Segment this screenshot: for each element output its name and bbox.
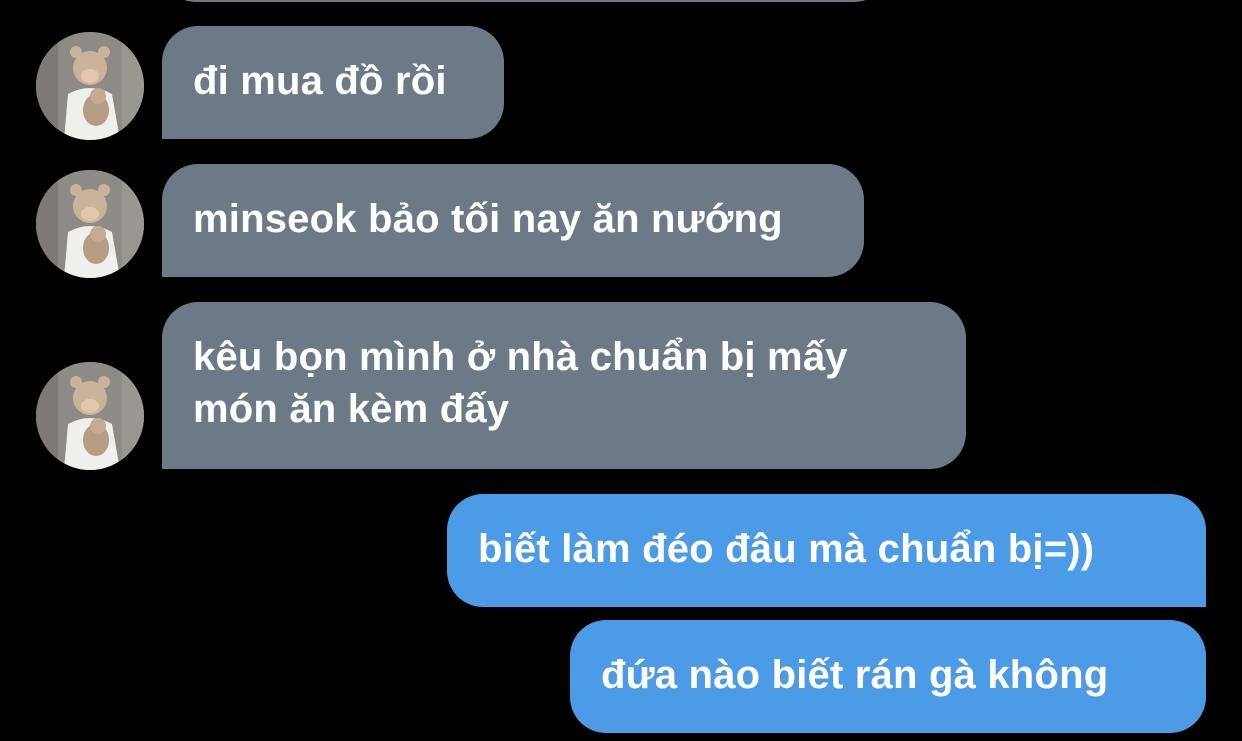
avatar-photo-icon bbox=[36, 362, 144, 470]
message-bubble-sent[interactable]: đứa nào biết rán gà không bbox=[570, 620, 1206, 733]
avatar-photo-icon bbox=[36, 170, 144, 278]
contact-avatar[interactable] bbox=[36, 32, 144, 140]
message-bubble-received[interactable]: kêu bọn mình ở nhà chuẩn bị mấy món ăn k… bbox=[162, 302, 966, 469]
message-text: minseok bảo tối nay ăn nướng bbox=[193, 197, 783, 241]
message-text: đứa nào biết rán gà không bbox=[601, 653, 1109, 697]
contact-avatar[interactable] bbox=[36, 362, 144, 470]
message-text-line: món ăn kèm đấy bbox=[193, 387, 510, 431]
message-bubble-received[interactable]: đi mua đồ rồi bbox=[162, 26, 504, 139]
contact-avatar[interactable] bbox=[36, 170, 144, 278]
message-text: đi mua đồ rồi bbox=[193, 59, 447, 103]
message-bubble-received-cutoff[interactable] bbox=[160, 0, 890, 2]
message-text-line: kêu bọn mình ở nhà chuẩn bị mấy bbox=[193, 335, 848, 379]
message-bubble-sent[interactable]: biết làm đéo đâu mà chuẩn bị=)) bbox=[447, 494, 1206, 607]
message-bubble-received[interactable]: minseok bảo tối nay ăn nướng bbox=[162, 164, 864, 277]
message-text: biết làm đéo đâu mà chuẩn bị=)) bbox=[478, 527, 1095, 571]
avatar-photo-icon bbox=[36, 32, 144, 140]
